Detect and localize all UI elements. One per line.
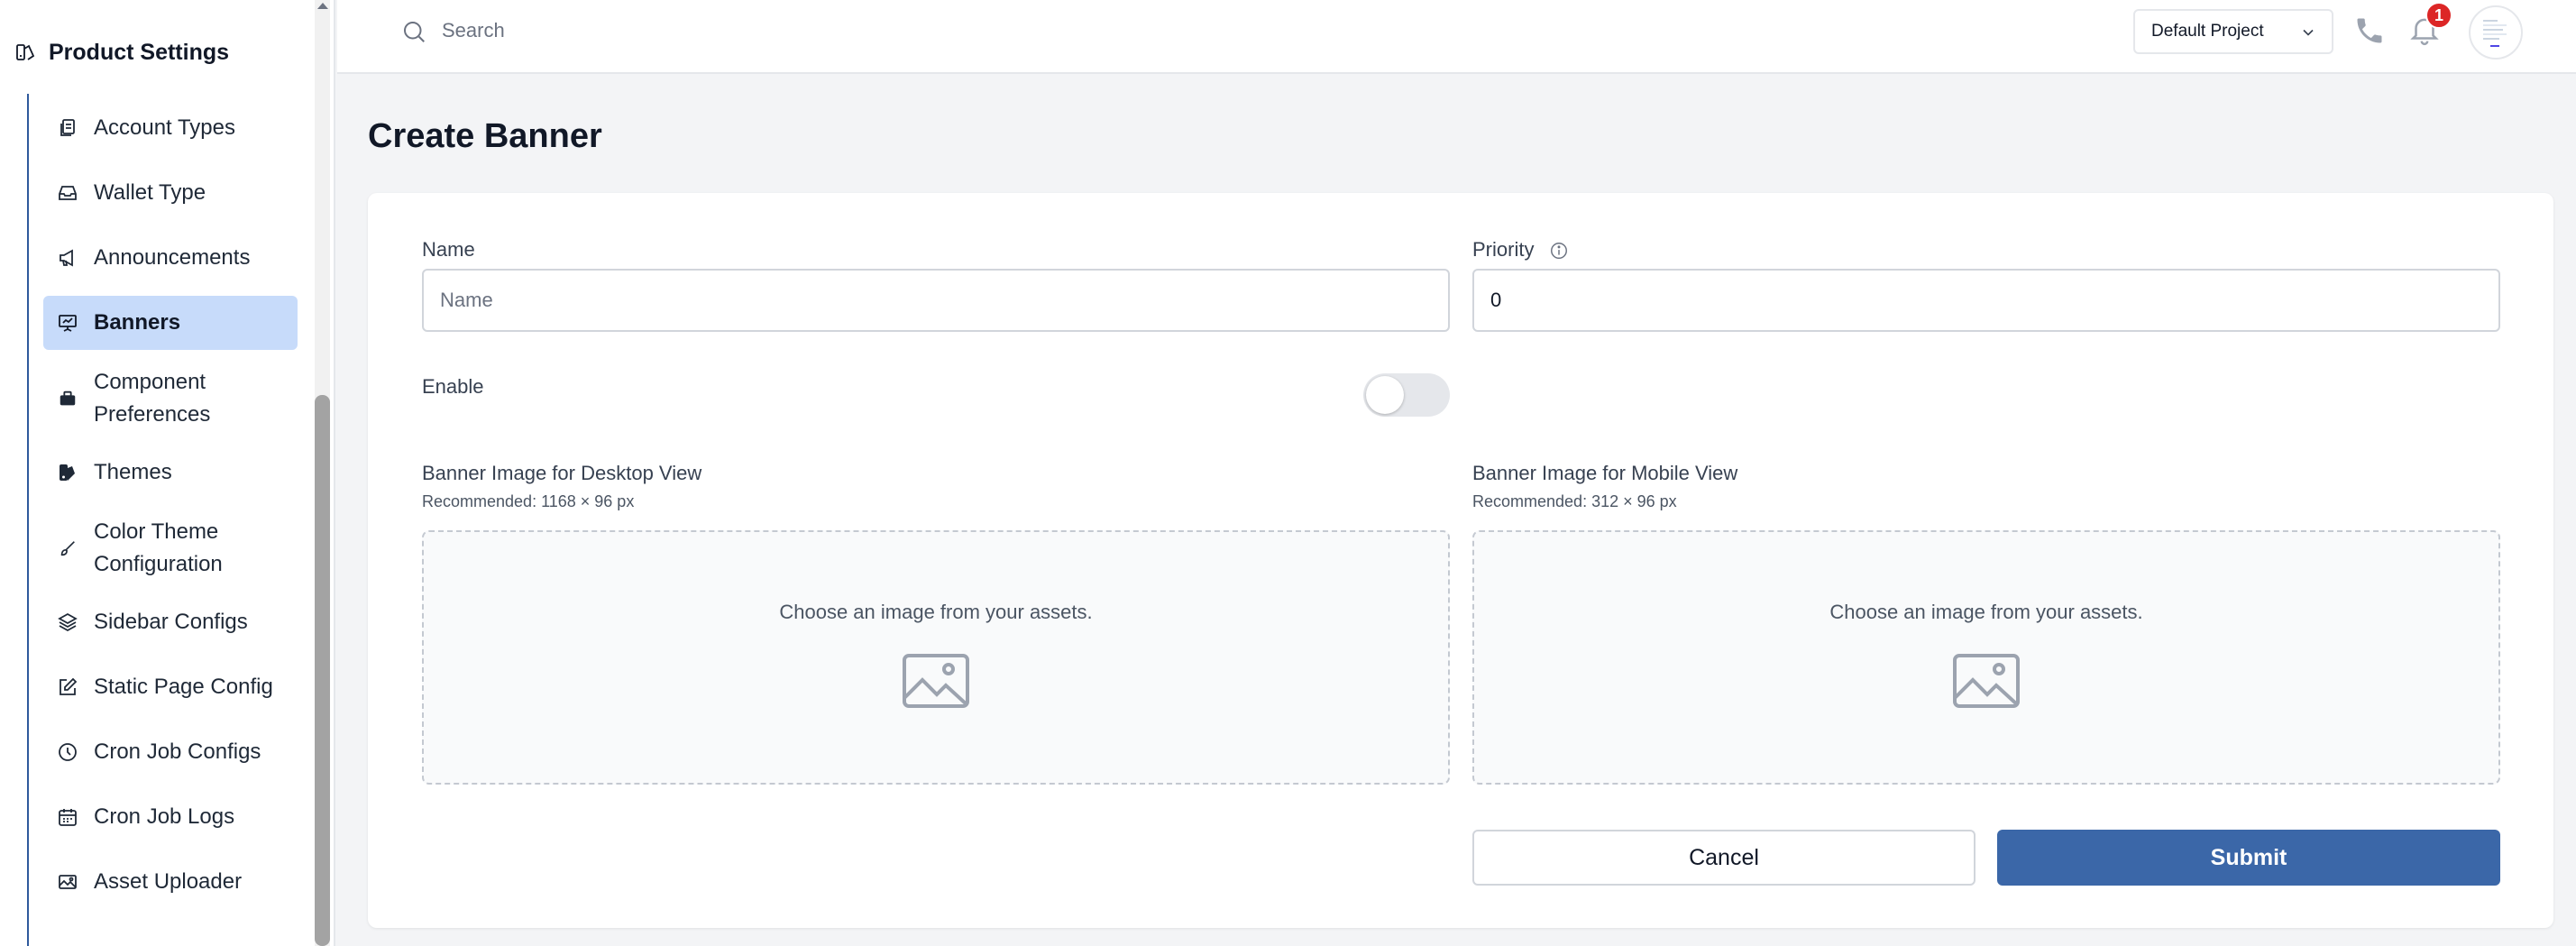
calendar-icon	[56, 805, 79, 829]
sidebar-scrollbar-thumb[interactable]	[315, 395, 330, 946]
dropzone-text: Choose an image from your assets.	[1829, 601, 2143, 623]
sidebar-header-title: Product Settings	[49, 39, 230, 65]
priority-input[interactable]	[1472, 269, 2500, 332]
avatar[interactable]	[2469, 5, 2523, 60]
phone-icon[interactable]	[2353, 14, 2386, 47]
info-icon[interactable]	[1549, 241, 1569, 261]
paint-brush-icon	[56, 537, 79, 560]
dropzone-text: Choose an image from your assets.	[779, 601, 1093, 623]
clock-icon	[56, 740, 79, 764]
sidebar-item-label: Themes	[94, 460, 172, 484]
sidebar-item-banners[interactable]: Banners	[43, 296, 298, 350]
sidebar-item-cron-job-configs[interactable]: Cron Job Configs	[43, 725, 298, 779]
search-input[interactable]	[442, 14, 983, 47]
sidebar-item-label: Asset Uploader	[94, 869, 243, 894]
tray-icon	[56, 181, 79, 205]
sidebar-item-label: Banners	[94, 310, 181, 335]
sidebar-item-color-theme-configuration[interactable]: Color Theme Configuration	[43, 510, 298, 586]
image-icon	[56, 870, 79, 894]
sidebar-item-label: Account Types	[94, 115, 235, 140]
swatch-icon	[56, 461, 79, 484]
sidebar-item-account-types[interactable]: Account Types	[43, 101, 298, 155]
priority-label: Priority	[1472, 238, 1535, 261]
sidebar-item-wallet-type[interactable]: Wallet Type	[43, 166, 298, 220]
search-icon	[400, 18, 427, 45]
layers-icon	[56, 611, 79, 634]
enable-label: Enable	[422, 375, 484, 398]
mobile-image-label: Banner Image for Mobile View	[1472, 462, 1738, 484]
presentation-chart-icon	[56, 311, 79, 335]
sidebar-item-label: Cron Job Configs	[94, 739, 261, 764]
create-banner-form: Name Priority Enable Banner Image for De…	[368, 193, 2553, 928]
sidebar-item-cron-job-logs[interactable]: Cron Job Logs	[43, 790, 298, 844]
product-settings-icon	[13, 40, 38, 65]
sidebar-item-asset-uploader[interactable]: Asset Uploader	[43, 855, 298, 909]
topbar: Default Project 1	[337, 0, 2576, 74]
document-stack-icon	[56, 116, 79, 140]
desktop-image-dropzone[interactable]: Choose an image from your assets.	[422, 530, 1450, 785]
megaphone-icon	[56, 246, 79, 270]
sidebar-item-label: Wallet Type	[94, 180, 206, 205]
sidebar-section-header[interactable]: Product Settings	[13, 34, 229, 70]
submit-button[interactable]: Submit	[1997, 830, 2500, 886]
scroll-up-arrow-icon[interactable]	[315, 0, 330, 13]
image-placeholder-icon	[902, 653, 970, 709]
cancel-button[interactable]: Cancel	[1472, 830, 1976, 886]
sidebar-item-themes[interactable]: Themes	[43, 445, 298, 500]
sidebar-nav: Account Types Wallet Type Announcements …	[43, 101, 298, 909]
sidebar-item-component-preferences[interactable]: Component Preferences	[43, 361, 298, 436]
sidebar-item-announcements[interactable]: Announcements	[43, 231, 298, 285]
sidebar-item-label: Cron Job Logs	[94, 804, 235, 829]
sidebar-item-label: Color Theme Configuration	[94, 519, 223, 576]
sidebar-item-label: Announcements	[94, 245, 251, 270]
name-label: Name	[422, 238, 475, 261]
enable-toggle[interactable]	[1363, 373, 1450, 417]
sidebar-item-label: Component Preferences	[94, 370, 211, 427]
project-select[interactable]: Default Project	[2133, 9, 2333, 54]
sidebar-item-static-page-config[interactable]: Static Page Config	[43, 660, 298, 714]
sidebar-item-label: Sidebar Configs	[94, 610, 248, 634]
notification-badge: 1	[2425, 2, 2452, 29]
mobile-image-hint: Recommended: 312 × 96 px	[1472, 492, 1677, 510]
name-input[interactable]	[422, 269, 1450, 332]
briefcase-icon	[56, 387, 79, 410]
desktop-image-hint: Recommended: 1168 × 96 px	[422, 492, 635, 510]
pencil-square-icon	[56, 675, 79, 699]
tree-line	[27, 94, 29, 946]
project-select-value: Default Project	[2151, 22, 2264, 41]
sidebar-item-sidebar-configs[interactable]: Sidebar Configs	[43, 595, 298, 649]
page-title: Create Banner	[368, 117, 602, 155]
chevron-down-icon	[2299, 23, 2317, 41]
sidebar: Product Settings Account Types Wallet Ty…	[0, 0, 335, 946]
sidebar-item-label: Static Page Config	[94, 675, 273, 699]
desktop-image-label: Banner Image for Desktop View	[422, 462, 702, 484]
mobile-image-dropzone[interactable]: Choose an image from your assets.	[1472, 530, 2500, 785]
image-placeholder-icon	[1952, 653, 2021, 709]
toggle-knob	[1366, 376, 1404, 414]
